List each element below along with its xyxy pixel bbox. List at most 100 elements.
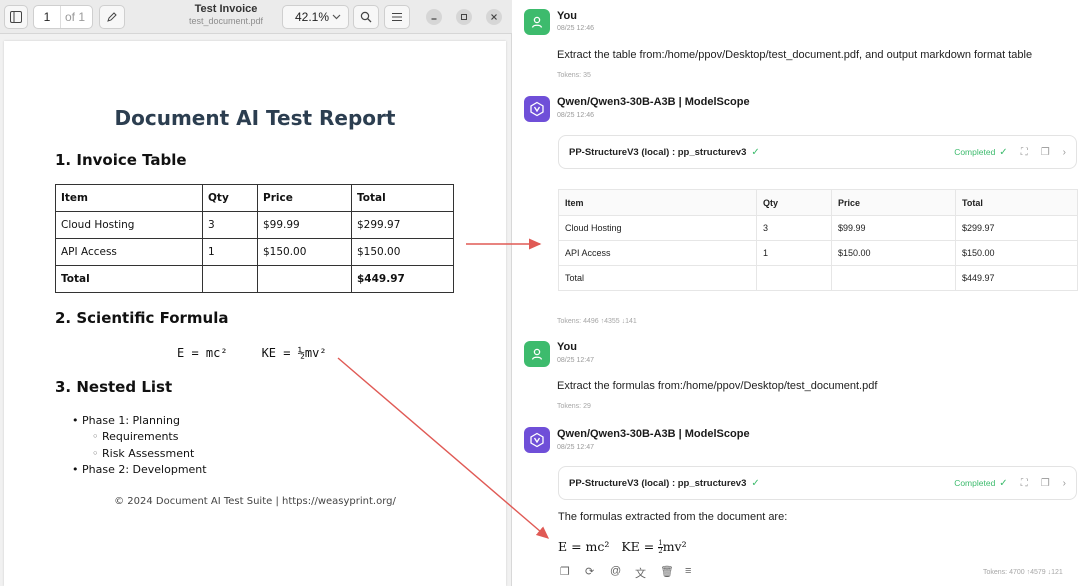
table-cell xyxy=(831,265,956,291)
expand-icon[interactable]: ⛶ xyxy=(1021,478,1028,489)
table-cell: $299.97 xyxy=(955,215,1078,241)
table-cell: $99.99 xyxy=(257,211,352,239)
table-cell: 1 xyxy=(756,240,832,266)
table-row: Cloud Hosting 3 $99.99 $299.97 xyxy=(558,215,1078,241)
close-icon xyxy=(491,14,497,20)
table-header: Qty xyxy=(202,184,258,212)
sidebar-toggle-button[interactable] xyxy=(4,5,28,29)
expand-icon[interactable]: ⛶ xyxy=(1021,147,1028,158)
annotate-button[interactable] xyxy=(99,5,125,29)
formula-energy: E = mc² xyxy=(177,346,228,360)
search-button[interactable] xyxy=(353,5,379,29)
bot-logo-icon xyxy=(530,101,544,117)
tool-status: Completed xyxy=(954,478,996,488)
result-table: Item Qty Price Total Cloud Hosting 3 $99… xyxy=(558,189,1078,291)
tool-call-card[interactable]: PP-StructureV3 (local) : pp_structurev3 … xyxy=(558,135,1077,169)
chevron-right-icon[interactable]: › xyxy=(1063,147,1066,158)
table-cell: Total xyxy=(558,265,757,291)
sender-name: Qwen/Qwen3-30B-A3B | ModelScope xyxy=(557,96,750,108)
tool-status: Completed xyxy=(954,147,996,157)
sender-name: You xyxy=(557,10,577,22)
table-cell: API Access xyxy=(558,240,757,266)
maximize-icon xyxy=(461,14,467,20)
nested-list: Phase 1: Planning Requirements Risk Asse… xyxy=(72,413,207,479)
table-cell: 1 xyxy=(202,238,258,266)
table-cell: $449.97 xyxy=(351,265,454,293)
formula-kinetic: KE = ½mv² xyxy=(261,346,327,360)
table-cell: 3 xyxy=(756,215,832,241)
token-count: Tokens: 4496 ↑4355 ↓141 xyxy=(557,318,637,325)
table-cell: $150.00 xyxy=(351,238,454,266)
table-cell xyxy=(756,265,832,291)
close-button[interactable] xyxy=(486,9,502,25)
window-title: Test Invoice xyxy=(194,3,258,15)
table-header: Total xyxy=(955,189,1078,216)
document-title-area: Test Invoice test_document.pdf xyxy=(160,3,292,26)
page-number-field[interactable]: 1 of 1 xyxy=(33,5,93,29)
rendered-formula: E = mc² KE = 1 2 mv² xyxy=(558,539,687,555)
avatar xyxy=(524,9,550,35)
message-time: 08/25 12:47 xyxy=(557,357,594,364)
avatar xyxy=(524,96,550,122)
table-row: Cloud Hosting 3 $99.99 $299.97 xyxy=(55,211,454,239)
copy-icon[interactable]: ❐ xyxy=(560,565,585,581)
section-heading-invoice: 1. Invoice Table xyxy=(55,151,187,169)
list-item: Risk Assessment xyxy=(72,446,207,462)
table-header-row: Item Qty Price Total xyxy=(55,184,454,212)
menu-button[interactable] xyxy=(384,5,410,29)
table-row: API Access 1 $150.00 $150.00 xyxy=(55,238,454,266)
document-footer: © 2024 Document AI Test Suite | https://… xyxy=(114,496,396,507)
table-cell: $99.99 xyxy=(831,215,956,241)
copy-icon[interactable]: ❐ xyxy=(1041,147,1050,158)
tool-call-card[interactable]: PP-StructureV3 (local) : pp_structurev3 … xyxy=(558,466,1077,500)
list-item: Requirements xyxy=(72,429,207,445)
tool-name: PP-StructureV3 (local) : pp_structurev3 xyxy=(569,477,747,489)
message-time: 08/25 12:46 xyxy=(557,112,594,119)
table-cell: Cloud Hosting xyxy=(55,211,203,239)
minimize-button[interactable] xyxy=(426,9,442,25)
chevron-right-icon[interactable]: › xyxy=(1063,478,1066,489)
table-header: Item xyxy=(55,184,203,212)
zoom-select[interactable]: 42.1% xyxy=(282,5,349,29)
table-cell: $150.00 xyxy=(257,238,352,266)
pencil-icon xyxy=(107,12,117,22)
user-message: Extract the table from:/home/ppov/Deskto… xyxy=(557,49,1033,61)
bot-logo-icon xyxy=(530,432,544,448)
formula-kinetic-prefix: KE = xyxy=(621,539,659,554)
table-row: API Access 1 $150.00 $150.00 xyxy=(558,240,1078,266)
sender-name: Qwen/Qwen3-30B-A3B | ModelScope xyxy=(557,428,750,440)
sidebar-icon xyxy=(10,11,22,23)
maximize-button[interactable] xyxy=(456,9,472,25)
table-cell: 3 xyxy=(202,211,258,239)
formula-kinetic-suffix: mv² xyxy=(662,539,687,554)
section-heading-list: 3. Nested List xyxy=(55,378,173,396)
avatar xyxy=(524,427,550,453)
delete-icon[interactable]: 🗑 xyxy=(660,565,685,581)
translate-icon[interactable]: 文 xyxy=(635,565,660,581)
minimize-icon xyxy=(431,18,437,20)
formula-energy: E = mc² xyxy=(558,539,610,554)
table-row: Total $449.97 xyxy=(558,265,1078,291)
page-total: of 1 xyxy=(60,6,85,28)
list-item: Phase 1: Planning xyxy=(72,413,207,429)
table-header: Total xyxy=(351,184,454,212)
table-header: Item xyxy=(558,189,757,216)
chevron-down-icon xyxy=(332,14,341,20)
search-icon xyxy=(360,11,372,23)
table-cell: Total xyxy=(55,265,203,293)
table-cell: API Access xyxy=(55,238,203,266)
table-cell: Cloud Hosting xyxy=(558,215,757,241)
page-current[interactable]: 1 xyxy=(34,10,60,24)
verified-icon: ✓ xyxy=(751,146,760,158)
pdf-page: Document AI Test Report 1. Invoice Table… xyxy=(4,41,506,586)
more-icon[interactable]: ≡ xyxy=(685,565,710,581)
verified-icon: ✓ xyxy=(751,477,760,489)
viewer-toolbar: 1 of 1 Test Invoice test_document.pdf 42… xyxy=(0,0,512,34)
copy-icon[interactable]: ❐ xyxy=(1041,478,1050,489)
tool-name: PP-StructureV3 (local) : pp_structurev3 xyxy=(569,146,747,158)
window-subtitle: test_document.pdf xyxy=(188,16,264,26)
message-actions: ❐ ⟳ @ 文 🗑 ≡ xyxy=(560,565,710,581)
table-total-row: Total $449.97 xyxy=(55,265,454,293)
mention-icon[interactable]: @ xyxy=(610,565,635,581)
refresh-icon[interactable]: ⟳ xyxy=(585,565,610,581)
